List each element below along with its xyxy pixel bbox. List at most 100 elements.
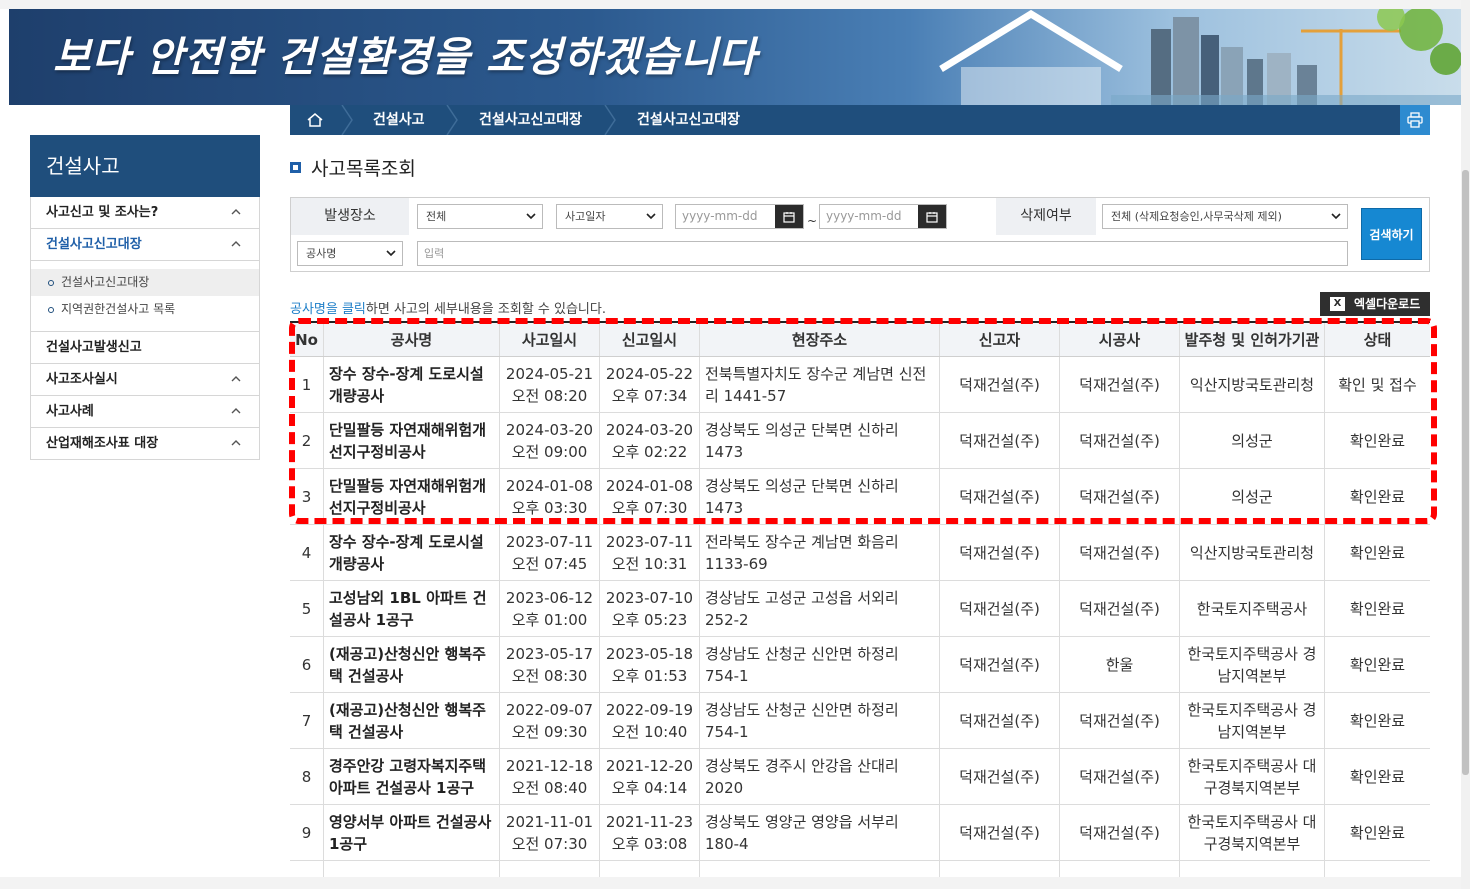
sidebar-item-report-guide[interactable]: 사고신고 및 조사는? — [30, 197, 260, 229]
project-name-link[interactable]: 장수 장수-장계 도로시설 개량공사 — [324, 357, 500, 412]
column-header: 신고일시 — [600, 323, 700, 356]
report-datetime-line: 오후 07:34 — [611, 386, 688, 405]
table-row[interactable]: 3 단밀팔등 자연재해위험개선지구정비공사 2024-01-08 오후 03:30 20… — [290, 469, 1430, 525]
column-header: 현장주소 — [700, 323, 940, 356]
search-button[interactable]: 검색하기 — [1361, 208, 1422, 260]
report-datetime-line: 2024-01-08 — [605, 476, 694, 495]
constructor: 덕재건설(주) — [1060, 469, 1180, 524]
project-name-link[interactable]: 고성남외 1BL 아파트 건설공사 1공구 — [324, 581, 500, 636]
sidebar-item-accident-register[interactable]: 건설사고신고대장 — [30, 229, 260, 261]
submenu-item-accident-register[interactable]: 건설사고신고대장 — [31, 269, 259, 296]
ordering-agency: 한국토지주택공사 — [1180, 581, 1325, 636]
row-number: 9 — [290, 805, 324, 860]
project-name-link[interactable]: (재공고)산청신안 행복주택 건설공사 — [324, 637, 500, 692]
project-name-link[interactable]: (재공고)산청신안 행복주택 건설공사 — [324, 693, 500, 748]
keyword-placeholder: 입력 — [424, 247, 445, 260]
report-datetime-line: 오후 04:14 — [611, 778, 688, 797]
accident-datetime-line: 2024-05-21 — [505, 364, 594, 383]
status: 확인완료 — [1349, 599, 1406, 618]
row-number: 3 — [290, 469, 324, 524]
date-type-select[interactable]: 사고일자 — [556, 204, 663, 229]
table-row[interactable]: 9 영양서부 아파트 건설공사 1공구 2021-11-01 오전 07:30 2021… — [290, 805, 1430, 861]
calendar-icon[interactable] — [918, 205, 946, 228]
table-row[interactable]: 1 장수 장수-장계 도로시설 개량공사 2024-05-21 오전 08:20 202… — [290, 357, 1430, 413]
table-row[interactable]: 8 경주안강 고령자복지주택 아파트 건설공사 1공구 2021-12-18 오전 0… — [290, 749, 1430, 805]
search-field-select[interactable]: 공사명 — [297, 241, 403, 266]
project-name-link[interactable]: 장수 장수-장계 도로시설 개량공사 — [324, 525, 500, 580]
page-title: 사고목록조회 — [290, 154, 416, 181]
ordering-agency: 한국토지주택공사 경남지역본부 — [1180, 693, 1325, 748]
site-address: 경상북도 영양군 영양읍 서부리 180-4 — [700, 805, 940, 860]
report-datetime-line: 오전 10:31 — [611, 554, 688, 573]
accident-datetime: 2024-01-08 오후 03:30 — [500, 469, 600, 524]
table-row[interactable]: 2 단밀팔등 자연재해위험개선지구정비공사 2024-03-20 오전 09:00 20… — [290, 413, 1430, 469]
constructor: 한울 — [1060, 637, 1180, 692]
chevron-down-icon — [646, 213, 656, 220]
report-datetime-line: 2024-05-22 — [605, 364, 694, 383]
accident-datetime-line: 오전 07:30 — [511, 834, 588, 853]
print-button[interactable] — [1400, 105, 1430, 135]
site-address: 경상북도 경주시 안강읍 산대리 2020 — [700, 749, 940, 804]
table-row[interactable]: 4 장수 장수-장계 도로시설 개량공사 2023-07-11 오전 07:45 202… — [290, 525, 1430, 581]
report-datetime-line: 2023-07-10 — [605, 588, 694, 607]
project-name-link[interactable]: 단밀팔등 자연재해위험개선지구정비공사 — [324, 413, 500, 468]
report-datetime: 2024-03-20 오후 02:22 — [600, 413, 700, 468]
home-icon[interactable] — [290, 105, 340, 135]
status: 확인완료 — [1349, 431, 1406, 450]
date-to-placeholder: yyyy-mm-dd — [826, 209, 902, 223]
table-body: 1 장수 장수-장계 도로시설 개량공사 2024-05-21 오전 08:20 202… — [290, 357, 1430, 889]
sidebar-item-label: 산업재해조사표 대장 — [46, 436, 159, 451]
accident-datetime: 2021-12-18 오전 08:40 — [500, 749, 600, 804]
date-to-input[interactable]: yyyy-mm-dd — [819, 204, 947, 229]
site-address: 경상북도 의성군 단북면 신하리 1473 — [700, 469, 940, 524]
accident-datetime-line: 2023-06-12 — [505, 588, 594, 607]
constructor: 덕재건설(주) — [1060, 413, 1180, 468]
sidebar-item-accident-report[interactable]: 건설사고발생신고 — [30, 332, 260, 364]
chevron-down-icon — [526, 213, 536, 220]
column-header: No — [290, 323, 324, 356]
row-number: 8 — [290, 749, 324, 804]
sidebar-item-investigation[interactable]: 사고조사실시 — [30, 364, 260, 396]
project-name-link[interactable]: 경주안강 고령자복지주택 아파트 건설공사 1공구 — [324, 749, 500, 804]
ordering-agency: 익산지방국토관리청 — [1180, 357, 1325, 412]
table-row[interactable]: 5 고성남외 1BL 아파트 건설공사 1공구 2023-06-12 오후 01:00… — [290, 581, 1430, 637]
report-datetime: 2022-09-19 오전 10:40 — [600, 693, 700, 748]
sidebar-item-label: 사고조사실시 — [46, 372, 118, 387]
table-row[interactable]: 7 (재공고)산청신안 행복주택 건설공사 2022-09-07 오전 09:30 20… — [290, 693, 1430, 749]
reporter: 덕재건설(주) — [940, 749, 1060, 804]
page: 보다 안전한 건설환경을 조성하겠습니다 건설사고 건설사고신고대장 건설사고신… — [0, 0, 1470, 889]
reporter: 덕재건설(주) — [940, 693, 1060, 748]
reporter: 덕재건설(주) — [940, 805, 1060, 860]
project-name-link[interactable]: 단밀팔등 자연재해위험개선지구정비공사 — [324, 469, 500, 524]
date-from-input[interactable]: yyyy-mm-dd — [675, 204, 804, 229]
accident-datetime-line: 오전 08:20 — [511, 386, 588, 405]
breadcrumb-item[interactable]: 건설사고 — [373, 105, 425, 135]
chevron-up-icon — [231, 376, 241, 382]
delete-status-select[interactable]: 전체 (삭제요청승인,사무국삭제 제외) — [1102, 204, 1348, 229]
report-datetime-line: 2024-03-20 — [605, 420, 694, 439]
status: 확인완료 — [1349, 823, 1406, 842]
table-row[interactable]: 6 (재공고)산청신안 행복주택 건설공사 2023-05-17 오전 08:30 20… — [290, 637, 1430, 693]
calendar-icon[interactable] — [775, 205, 803, 228]
scrollbar-thumb[interactable] — [1462, 170, 1469, 775]
breadcrumb-item[interactable]: 건설사고신고대장 — [479, 105, 582, 135]
accident-datetime-line: 오전 09:00 — [511, 442, 588, 461]
sidebar-item-cases[interactable]: 사고사례 — [30, 396, 260, 428]
accident-datetime-line: 오후 03:30 — [511, 498, 588, 517]
project-name-link[interactable]: 영양서부 아파트 건설공사 1공구 — [324, 805, 500, 860]
title-bullet-icon — [290, 162, 301, 173]
report-datetime-line: 오후 03:08 — [611, 834, 688, 853]
breadcrumb-item[interactable]: 건설사고신고대장 — [637, 105, 740, 135]
city-skyline-illustration — [939, 9, 1461, 105]
accident-datetime: 2022-09-07 오전 09:30 — [500, 693, 600, 748]
sidebar-item-label: 건설사고발생신고 — [46, 340, 142, 355]
scrollbar[interactable] — [1461, 0, 1470, 889]
location-select[interactable]: 전체 — [417, 204, 543, 229]
sidebar-item-industrial-accident[interactable]: 산업재해조사표 대장 — [30, 428, 260, 460]
keyword-input[interactable]: 입력 — [417, 241, 1348, 266]
date-range-tilde: ~ — [807, 214, 818, 228]
submenu-item-label: 건설사고신고대장 — [61, 275, 150, 289]
table-header: No 공사명 사고일시 신고일시 현장주소 신고자 시공사 발주청 및 인허가기… — [290, 321, 1430, 357]
submenu-item-regional-list[interactable]: 지역권한건설사고 목록 — [31, 296, 259, 323]
excel-download-button[interactable]: X 엑셀다운로드 — [1320, 292, 1430, 316]
